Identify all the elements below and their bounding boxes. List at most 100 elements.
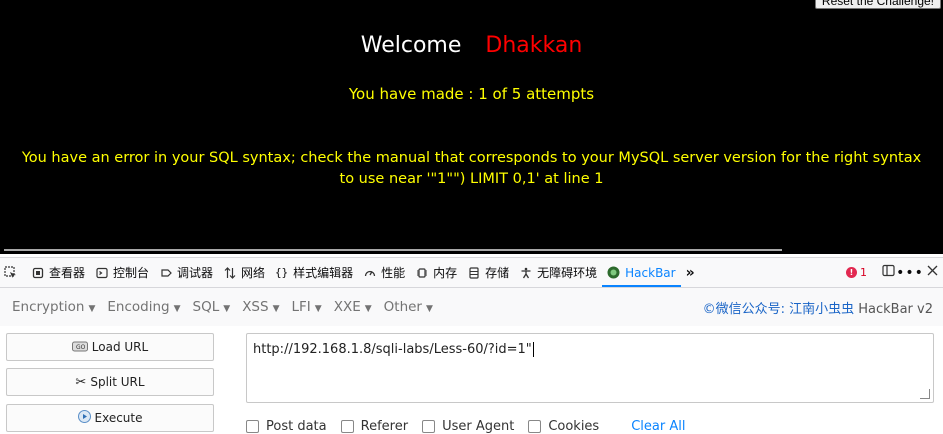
menu-lfi[interactable]: LFI ▼ [286, 299, 328, 315]
referer-checkbox[interactable] [340, 420, 354, 433]
sql-error-line-2: to use near '"1"") LIMIT 0,1' at line 1 [339, 171, 604, 187]
sql-error-message: You have an error in your SQL syntax; ch… [0, 148, 943, 190]
tab-debugger[interactable]: 调试器 [154, 258, 218, 287]
debugger-icon [159, 266, 172, 279]
menu-label: XXE [333, 299, 361, 315]
chevron-double-right-icon: » [685, 264, 695, 281]
divider [4, 249, 782, 251]
split-url-button[interactable]: ✂ Split URL [6, 368, 214, 396]
tab-style-editor[interactable]: {} 样式编辑器 [270, 258, 358, 287]
accessibility-icon [519, 266, 532, 279]
menu-encryption[interactable]: Encryption ▼ [6, 299, 101, 315]
error-icon: ! [846, 267, 857, 278]
hackbar-options: Post data Referer User Agent Cookies Cle… [246, 419, 936, 434]
devtools-toolbar: 查看器 控制台 调试器 网络 {} 样式编辑器 性能 内存 存储 无障碍环境 H… [0, 257, 943, 288]
url-value: http://192.168.1.8/sqli-labs/Less-60/?id… [253, 342, 532, 357]
tab-label: 存储 [485, 266, 510, 280]
svg-text:GO: GO [76, 344, 86, 351]
error-counter[interactable]: ! 1 [846, 266, 867, 279]
more-options-icon: ••• [896, 264, 924, 281]
brand-suffix: HackBar v2 [858, 302, 933, 317]
caret-down-icon: ▼ [88, 304, 96, 314]
memory-icon [415, 266, 428, 279]
tab-label: 调试器 [177, 266, 214, 280]
referer-option[interactable]: Referer [340, 419, 409, 434]
clear-all-link[interactable]: Clear All [631, 419, 685, 434]
console-icon [95, 266, 108, 279]
option-label: Cookies [548, 419, 600, 434]
reset-challenge-button[interactable]: Reset the Challenge! [814, 0, 941, 9]
menu-label: Other [383, 299, 422, 315]
load-url-button[interactable]: GO Load URL [6, 333, 214, 361]
storage-icon [467, 266, 480, 279]
sql-error-line-1: You have an error in your SQL syntax; ch… [21, 150, 922, 166]
tab-network[interactable]: 网络 [218, 258, 270, 287]
menu-xss[interactable]: XSS ▼ [236, 299, 285, 315]
caret-down-icon: ▼ [173, 304, 181, 314]
user-agent-option[interactable]: User Agent [422, 419, 514, 434]
menu-label: Encoding [107, 299, 170, 315]
menu-sql[interactable]: SQL ▼ [187, 299, 237, 315]
text-cursor [532, 342, 534, 357]
hackbar-icon [607, 266, 620, 279]
inspector-icon [31, 266, 44, 279]
tab-hackbar[interactable]: HackBar [602, 258, 681, 287]
url-textarea[interactable]: http://192.168.1.8/sqli-labs/Less-60/?id… [246, 333, 934, 403]
tab-label: 网络 [241, 266, 266, 280]
network-icon [223, 266, 236, 279]
scissors-icon: ✂ [75, 374, 87, 390]
tab-console[interactable]: 控制台 [90, 258, 154, 287]
tab-label: 查看器 [49, 266, 86, 280]
close-devtools-button[interactable] [921, 262, 943, 284]
split-url-label: Split URL [90, 375, 145, 389]
welcome-text: Welcome [360, 33, 462, 58]
vulnerable-page: Reset the Challenge! Welcome Dhakkan You … [0, 0, 943, 254]
more-tabs-button[interactable]: » [681, 258, 700, 287]
user-agent-checkbox[interactable] [422, 420, 436, 433]
devtools-controls: ! 1 ••• [846, 262, 943, 284]
username-text: Dhakkan [485, 33, 583, 58]
menu-other[interactable]: Other ▼ [378, 299, 439, 315]
options-button[interactable]: ••• [896, 262, 924, 284]
menu-label: LFI [291, 299, 311, 315]
caret-down-icon: ▼ [272, 304, 280, 314]
execute-button[interactable]: Execute [6, 404, 214, 432]
tab-accessibility[interactable]: 无障碍环境 [514, 258, 602, 287]
tab-label: 控制台 [113, 266, 150, 280]
tab-inspector[interactable]: 查看器 [26, 258, 90, 287]
menu-xxe[interactable]: XXE ▼ [328, 299, 378, 315]
caret-down-icon: ▼ [364, 304, 372, 314]
resize-handle[interactable] [920, 389, 930, 399]
tab-label: 内存 [433, 266, 458, 280]
menu-label: SQL [192, 299, 220, 315]
element-picker[interactable] [0, 258, 26, 287]
caret-down-icon: ▼ [223, 304, 231, 314]
post-data-checkbox[interactable] [246, 420, 259, 433]
menu-encoding[interactable]: Encoding ▼ [101, 299, 186, 315]
error-count: 1 [860, 266, 867, 279]
tab-memory[interactable]: 内存 [410, 258, 462, 287]
caret-down-icon: ▼ [426, 304, 433, 314]
attempts-text: You have made : 1 of 5 attempts [348, 85, 595, 103]
menu-label: XSS [242, 299, 269, 315]
play-icon [77, 410, 91, 426]
tab-label: 性能 [381, 266, 406, 280]
menu-label: Encryption [12, 299, 85, 315]
performance-icon [363, 266, 376, 279]
tab-label: HackBar [625, 265, 676, 280]
caret-down-icon: ▼ [314, 304, 322, 314]
tab-storage[interactable]: 存储 [462, 258, 514, 287]
hackbar-brand: ©微信公众号: 江南小虫虫 HackBar v2 [703, 298, 933, 317]
hackbar-menu: Encryption ▼ Encoding ▼ SQL ▼ XSS ▼ LFI ▼ XXE… [0, 288, 943, 326]
welcome-heading: Welcome Dhakkan [0, 33, 943, 58]
cookies-checkbox[interactable] [528, 420, 542, 433]
execute-label: Execute [94, 411, 143, 425]
tab-label: 无障碍环境 [537, 266, 598, 280]
option-label: Post data [266, 419, 327, 434]
style-editor-icon: {} [274, 266, 289, 279]
option-label: Referer [360, 419, 409, 434]
dock-icon [881, 264, 895, 281]
tab-performance[interactable]: 性能 [358, 258, 410, 287]
cookies-option[interactable]: Cookies [528, 419, 599, 434]
post-data-option[interactable]: Post data [246, 419, 327, 434]
